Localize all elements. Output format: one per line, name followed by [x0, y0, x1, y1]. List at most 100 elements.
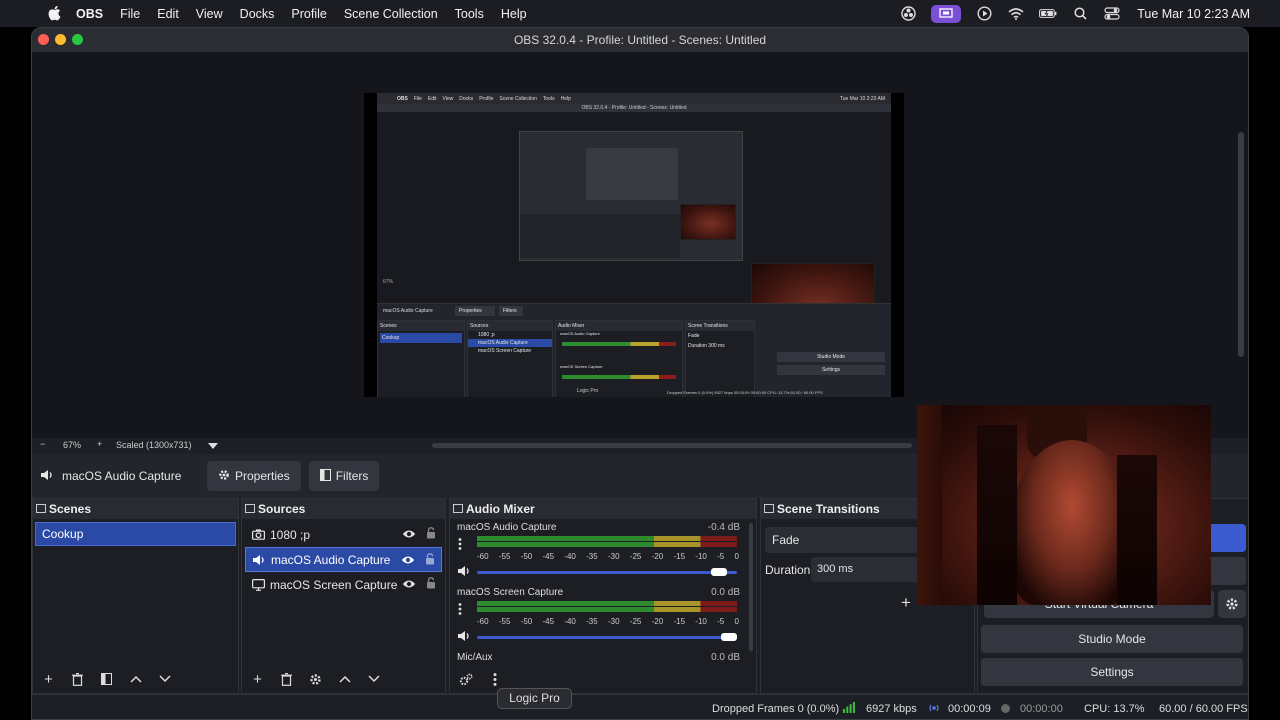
minimize-window-button[interactable]	[55, 34, 66, 45]
preview-canvas[interactable]: OBS File Edit View Docks Profile Scene C…	[32, 52, 1248, 438]
lock-icon[interactable]	[426, 527, 436, 542]
transition-select[interactable]: Fade	[765, 527, 923, 553]
channel-menu-kebab-icon[interactable]	[458, 603, 462, 618]
menu-scene-collection[interactable]: Scene Collection	[344, 7, 438, 21]
remove-scene-trash-icon[interactable]	[70, 672, 85, 687]
visibility-eye-icon[interactable]	[402, 578, 416, 592]
nested-menubar: OBS File Edit View Docks Profile Scene C…	[377, 93, 891, 104]
add-transition-plus-icon[interactable]: +	[901, 593, 911, 613]
menu-edit[interactable]: Edit	[157, 7, 179, 21]
settings-button[interactable]: Settings	[981, 658, 1243, 686]
visibility-eye-icon[interactable]	[401, 554, 415, 568]
selected-source-name: macOS Audio Capture	[62, 469, 182, 483]
meter-tick-label: -30	[607, 617, 620, 626]
battery-icon[interactable]	[1039, 7, 1057, 21]
menu-help[interactable]: Help	[501, 7, 527, 21]
filter-icon	[319, 468, 331, 484]
source-move-up-chevron-icon[interactable]	[337, 672, 352, 687]
meter-tick-label: -55	[498, 552, 511, 561]
window-title: OBS 32.0.4 - Profile: Untitled - Scenes:…	[513, 33, 767, 47]
search-icon[interactable]	[1071, 7, 1089, 21]
scale-mode-label: Scaled (1300x731)	[116, 440, 192, 450]
scale-dropdown-icon[interactable]	[208, 443, 218, 449]
record-dot-icon	[1001, 704, 1010, 713]
obs-tray-icon[interactable]	[899, 6, 917, 21]
bitrate: 6927 kbps	[866, 703, 917, 715]
add-source-plus-icon[interactable]: +	[250, 671, 265, 688]
menu-view[interactable]: View	[196, 7, 223, 21]
meter-tick-label: -55	[498, 617, 511, 626]
meter-tick-label: -5	[717, 552, 725, 561]
studio-mode-button[interactable]: Studio Mode	[981, 625, 1243, 653]
meter-tick-label: -15	[673, 552, 686, 561]
mixer-menu-kebab-icon[interactable]	[487, 672, 502, 687]
source-properties-gear-icon[interactable]	[308, 672, 323, 687]
volume-slider[interactable]	[477, 568, 737, 576]
zoom-window-button[interactable]	[72, 34, 83, 45]
virtual-camera-settings-gear-icon[interactable]	[1218, 590, 1246, 618]
wifi-icon[interactable]	[1007, 7, 1025, 21]
remove-source-trash-icon[interactable]	[279, 672, 294, 687]
preview-horizontal-scrollbar[interactable]	[432, 443, 912, 448]
menu-profile[interactable]: Profile	[291, 7, 326, 21]
volume-meter	[477, 536, 737, 551]
dock-tooltip: Logic Pro	[497, 688, 572, 709]
screen-share-icon[interactable]	[931, 4, 962, 23]
scene-move-up-chevron-icon[interactable]	[128, 672, 143, 687]
mute-speaker-icon[interactable]	[457, 565, 471, 580]
close-window-button[interactable]	[38, 34, 49, 45]
meter-tick-label: -30	[607, 552, 620, 561]
sources-dock-header: Sources	[242, 499, 445, 519]
meter-tick-label: -35	[586, 552, 598, 561]
program-preview[interactable]: OBS File Edit View Docks Profile Scene C…	[364, 93, 904, 397]
zoom-in-button[interactable]: +	[97, 439, 102, 449]
volume-slider-handle[interactable]	[710, 568, 727, 576]
volume-slider[interactable]	[477, 633, 737, 641]
audio-mixer-dock: Audio Mixer macOS Audio Capture -0.4 dB …	[449, 498, 757, 694]
source-move-down-chevron-icon[interactable]	[366, 672, 381, 687]
meter-tick-label: 0	[734, 552, 739, 561]
lock-icon[interactable]	[425, 553, 435, 568]
streaming-broadcast-icon	[928, 703, 940, 716]
speaker-icon	[40, 469, 54, 484]
meter-tick-label: -60	[477, 617, 489, 626]
meter-tick-label: -5	[717, 617, 725, 626]
scene-filters-icon[interactable]	[99, 672, 114, 687]
webcam-overlay-feed[interactable]	[917, 405, 1211, 605]
apple-icon[interactable]	[47, 5, 61, 21]
fps: 60.00 / 60.00 FPS	[1159, 703, 1248, 715]
source-item-macos-audio-capture[interactable]: macOS Audio Capture	[245, 547, 442, 572]
preview-vertical-scrollbar[interactable]	[1238, 132, 1244, 357]
scenes-dock-header: Scenes	[33, 499, 238, 519]
meter-tick-label: -60	[477, 552, 489, 561]
play-icon[interactable]	[975, 6, 993, 21]
menu-app-obs[interactable]: OBS	[76, 7, 103, 21]
menu-docks[interactable]: Docks	[240, 7, 275, 21]
zoom-out-button[interactable]: −	[40, 439, 45, 449]
meter-tick-label: -25	[629, 617, 642, 626]
volume-slider-handle[interactable]	[721, 633, 737, 641]
meter-tick-label: -50	[520, 552, 533, 561]
source-item-1080p[interactable]: 1080 ;p	[245, 522, 442, 547]
meter-tick-label: -10	[695, 617, 707, 626]
control-center-icon[interactable]	[1103, 7, 1121, 21]
duration-input[interactable]: 300 ms	[811, 557, 921, 582]
meter-scale: -60 -55 -50 -45 -40 -35 -30 -25 -20 -15 -10 -5 0	[477, 552, 739, 561]
add-scene-plus-icon[interactable]: +	[41, 671, 56, 688]
scene-move-down-chevron-icon[interactable]	[157, 672, 172, 687]
lock-icon[interactable]	[426, 577, 436, 592]
scene-item-cookup[interactable]: Cookup	[35, 522, 236, 546]
properties-button[interactable]: Properties	[207, 461, 301, 491]
advanced-audio-gears-icon[interactable]	[458, 672, 473, 687]
cpu-usage: CPU: 13.7%	[1084, 703, 1145, 715]
scenes-dock: Scenes Cookup +	[32, 498, 239, 694]
visibility-eye-icon[interactable]	[402, 528, 416, 542]
source-item-macos-screen-capture[interactable]: macOS Screen Capture	[245, 572, 442, 597]
menu-file[interactable]: File	[120, 7, 140, 21]
channel-menu-kebab-icon[interactable]	[458, 538, 462, 553]
filters-button[interactable]: Filters	[308, 461, 380, 491]
menubar-clock[interactable]: Tue Mar 10 2:23 AM	[1137, 7, 1250, 21]
mute-speaker-icon[interactable]	[457, 630, 471, 645]
dropped-frames: Dropped Frames 0 (0.0%)	[712, 703, 840, 715]
menu-tools[interactable]: Tools	[455, 7, 484, 21]
